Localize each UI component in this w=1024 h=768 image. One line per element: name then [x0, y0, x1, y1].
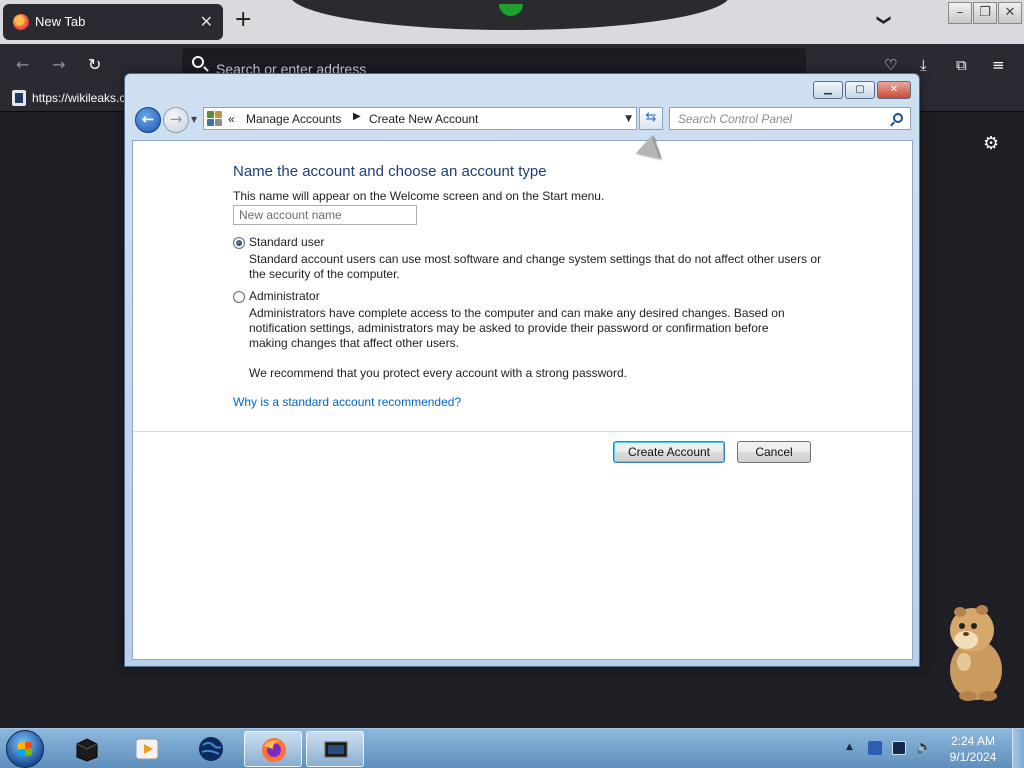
chevron-right-icon[interactable]: ▶	[353, 111, 361, 122]
search-control-panel[interactable]: Search Control Panel	[669, 107, 911, 130]
minimize-button[interactable]: –	[948, 2, 972, 24]
window-caption-buttons: ▁ ▢ ✕	[813, 81, 911, 99]
search-input[interactable]: Search Control Panel	[678, 112, 792, 126]
taskbar-item-media-player[interactable]	[118, 731, 176, 767]
firefox-icon	[262, 738, 286, 762]
administrator-description: Administrators have complete access to t…	[249, 306, 785, 350]
gear-icon[interactable]: ⚙	[983, 133, 999, 154]
search-icon	[192, 56, 204, 68]
refresh-button[interactable]: ⇆	[639, 107, 663, 130]
forward-arrow-icon[interactable]: →	[52, 55, 65, 74]
start-button[interactable]	[6, 730, 44, 768]
name-note: This name will appear on the Welcome scr…	[233, 189, 605, 203]
back-arrow-icon[interactable]: ←	[16, 55, 29, 74]
monitor-icon	[324, 741, 348, 758]
breadcrumb-manage-accounts[interactable]: Manage Accounts	[246, 112, 341, 126]
taskbar-item-terminal[interactable]	[58, 731, 116, 767]
shield-icon[interactable]	[868, 741, 882, 755]
minimize-button[interactable]: ▁	[813, 81, 843, 99]
pocket-icon[interactable]: ♡	[884, 56, 897, 74]
content-pane: Name the account and choose an account t…	[132, 140, 913, 660]
hamster-mascot	[950, 605, 1002, 701]
terminal-box-icon	[76, 738, 98, 762]
forward-button[interactable]: →	[163, 107, 189, 133]
user-accounts-icon	[207, 111, 223, 126]
recent-pages-dropdown[interactable]: ▼	[191, 115, 197, 124]
account-name-input[interactable]: New account name	[233, 205, 417, 225]
page-title: Name the account and choose an account t…	[233, 163, 547, 180]
extensions-icon[interactable]: ⧉	[956, 56, 967, 74]
browser-window-controls: – ❐ ✕	[948, 2, 1024, 26]
standard-user-description: Standard account users can use most soft…	[249, 252, 822, 281]
wikileaks-favicon	[12, 90, 26, 106]
browser-tab-strip: New Tab ✕ + ❯ – ❐ ✕	[0, 0, 1024, 44]
control-panel-window: ▁ ▢ ✕ ← → ▼ « Manage Accounts ▶ Create N…	[124, 73, 920, 667]
bookmark-item[interactable]: https://wikileaks.c	[32, 91, 128, 105]
close-button[interactable]: ✕	[998, 2, 1022, 24]
tab-title: New Tab	[35, 14, 86, 29]
restore-button[interactable]: ❐	[973, 2, 997, 24]
system-clock[interactable]: 2:24 AM 9/1/2024	[944, 733, 1002, 765]
breadcrumb-create-new-account[interactable]: Create New Account	[369, 112, 478, 126]
firefox-icon	[13, 14, 29, 30]
password-recommendation: We recommend that you protect every acco…	[249, 366, 627, 380]
control-panel-address-bar[interactable]: « Manage Accounts ▶ Create New Account ▼	[203, 107, 637, 130]
taskbar-item-firefox[interactable]	[244, 731, 302, 767]
taskbar-item-control-panel[interactable]	[306, 731, 364, 767]
media-player-icon	[135, 738, 159, 760]
standard-user-radio[interactable]	[233, 237, 245, 249]
administrator-radio[interactable]	[233, 291, 245, 303]
breadcrumb-overflow[interactable]: «	[228, 112, 235, 126]
taskbar-item-globe[interactable]	[182, 731, 240, 767]
browser-tab-active[interactable]: New Tab ✕	[3, 4, 223, 40]
create-account-button[interactable]: Create Account	[613, 441, 725, 463]
why-standard-link[interactable]: Why is a standard account recommended?	[233, 395, 461, 409]
close-icon[interactable]: ✕	[200, 12, 213, 31]
menu-icon[interactable]: ≡	[992, 56, 1005, 74]
close-button[interactable]: ✕	[877, 81, 911, 99]
download-icon[interactable]: ⤓	[920, 56, 927, 74]
clock-time: 2:24 AM	[950, 734, 996, 748]
show-hidden-icons[interactable]: ▲	[846, 742, 853, 752]
globe-icon	[199, 737, 223, 761]
network-icon[interactable]	[892, 741, 906, 755]
standard-user-label[interactable]: Standard user	[249, 235, 324, 249]
clock-date: 9/1/2024	[949, 750, 997, 764]
volume-icon[interactable]: 🔈	[916, 741, 932, 755]
chevron-down-icon[interactable]: ▼	[625, 114, 632, 124]
back-button[interactable]: ←	[135, 107, 161, 133]
divider	[133, 431, 912, 432]
chevron-down-icon[interactable]: ❯	[876, 14, 892, 26]
reload-icon[interactable]: ↻	[88, 55, 101, 74]
administrator-label[interactable]: Administrator	[249, 289, 320, 303]
search-icon[interactable]	[893, 113, 903, 123]
maximize-button[interactable]: ▢	[845, 81, 875, 99]
cancel-button[interactable]: Cancel	[737, 441, 811, 463]
show-desktop-button[interactable]	[1012, 729, 1024, 768]
new-tab-button[interactable]: +	[234, 9, 252, 31]
